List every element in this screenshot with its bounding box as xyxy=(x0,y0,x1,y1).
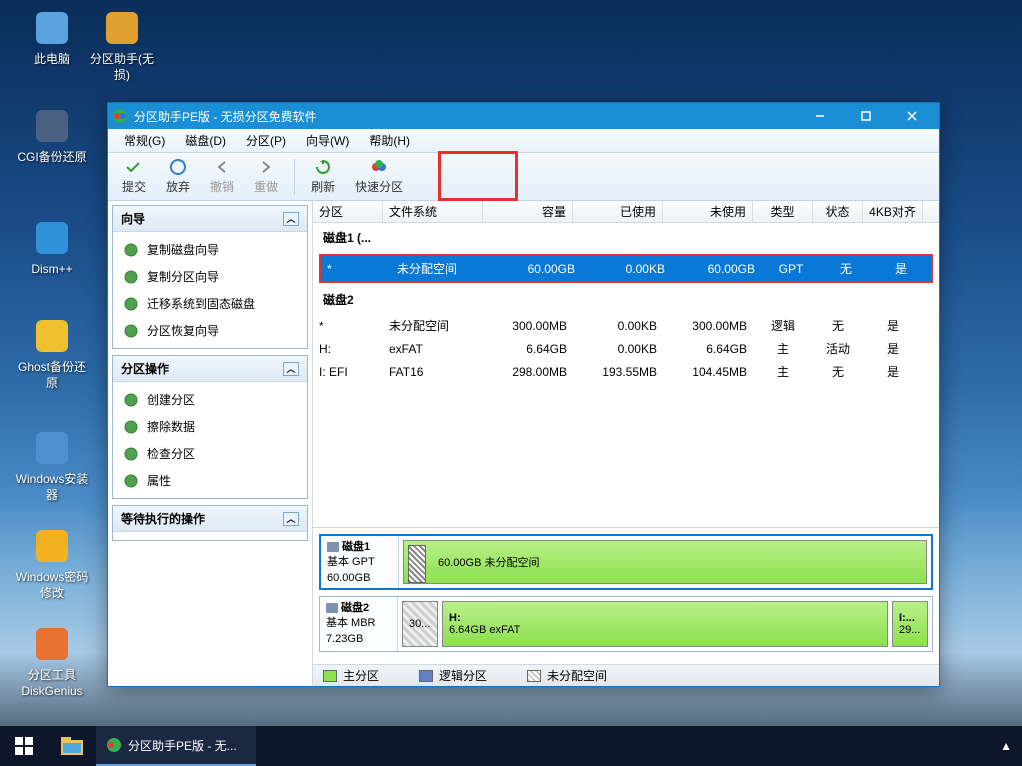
start-button[interactable] xyxy=(0,726,48,766)
grid-header: 分区文件系统容量已使用未使用类型状态4KB对齐 xyxy=(313,201,939,223)
disk-partition[interactable]: 30... xyxy=(402,601,438,647)
panel-item[interactable]: 擦除数据 xyxy=(113,413,307,440)
desktop-icon-3[interactable]: Dism++ xyxy=(14,218,90,278)
panel-item[interactable]: 迁移系统到固态磁盘 xyxy=(113,290,307,317)
collapse-icon[interactable]: ︿ xyxy=(283,212,299,226)
col-1[interactable]: 文件系统 xyxy=(383,201,483,222)
diskbar-info: 磁盘2基本 MBR7.23GB xyxy=(320,597,398,651)
panel-head[interactable]: 等待执行的操作︿ xyxy=(113,506,307,532)
tool-refresh[interactable]: 刷新 xyxy=(301,155,345,199)
panel-item[interactable]: 属性 xyxy=(113,467,307,494)
panel-head[interactable]: 向导︿ xyxy=(113,206,307,232)
panel-item[interactable]: 检查分区 xyxy=(113,440,307,467)
col-7[interactable]: 4KB对齐 xyxy=(863,201,923,222)
panel-head[interactable]: 分区操作︿ xyxy=(113,356,307,382)
tool-undo[interactable]: 撤销 xyxy=(200,155,244,199)
panel-1: 分区操作︿ 创建分区擦除数据检查分区属性 xyxy=(112,355,308,499)
panel-item[interactable]: 分区恢复向导 xyxy=(113,317,307,344)
diskbar-info: 磁盘1基本 GPT60.00GB xyxy=(321,536,399,588)
file-explorer-pin[interactable] xyxy=(48,726,96,766)
tool-puzzle[interactable]: 快速分区 xyxy=(345,155,413,199)
disk-partition[interactable]: H:6.64GB exFAT xyxy=(442,601,888,647)
panel-0: 向导︿ 复制磁盘向导复制分区向导迁移系统到固态磁盘分区恢复向导 xyxy=(112,205,308,349)
window-title: 分区助手PE版 - 无损分区免费软件 xyxy=(134,108,797,125)
panel-item[interactable]: 复制磁盘向导 xyxy=(113,236,307,263)
close-button[interactable] xyxy=(889,103,935,129)
menu-分区(P)[interactable]: 分区(P) xyxy=(236,129,296,152)
col-6[interactable]: 状态 xyxy=(813,201,863,222)
menu-向导(W)[interactable]: 向导(W) xyxy=(296,129,359,152)
toolbar: 提交放弃撤销重做刷新快速分区 xyxy=(108,153,939,201)
tray-up-icon[interactable]: ▲ xyxy=(1000,739,1012,753)
maximize-button[interactable] xyxy=(843,103,889,129)
desktop-icon-4[interactable]: Ghost备份还原 xyxy=(14,316,90,391)
sidebar: 向导︿ 复制磁盘向导复制分区向导迁移系统到固态磁盘分区恢复向导分区操作︿ 创建分区擦… xyxy=(108,201,313,686)
menubar: 常规(G)磁盘(D)分区(P)向导(W)帮助(H) xyxy=(108,129,939,153)
titlebar[interactable]: 分区助手PE版 - 无损分区免费软件 xyxy=(108,103,939,129)
taskbar: 分区助手PE版 - 无... ▲ xyxy=(0,726,1022,766)
col-3[interactable]: 已使用 xyxy=(573,201,663,222)
panel-item[interactable]: 复制分区向导 xyxy=(113,263,307,290)
highlight-annotation xyxy=(438,151,518,201)
legend-item: 逻辑分区 xyxy=(419,667,487,684)
collapse-icon[interactable]: ︿ xyxy=(283,512,299,526)
app-icon xyxy=(112,108,128,124)
diskbar-area: 磁盘1基本 GPT60.00GB60.00GB 未分配空间 磁盘2基本 MBR7… xyxy=(313,527,939,664)
diskbar[interactable]: 磁盘2基本 MBR7.23GB30...H:6.64GB exFATI:...2… xyxy=(319,596,933,652)
task-label: 分区助手PE版 - 无... xyxy=(128,737,237,754)
disk-partition[interactable]: 60.00GB 未分配空间 xyxy=(403,540,927,584)
table-row[interactable]: *未分配空间300.00MB0.00KB300.00MB逻辑无是 xyxy=(313,314,939,337)
table-row[interactable]: H:exFAT6.64GB0.00KB6.64GB主活动是 xyxy=(313,337,939,360)
disk-group-header[interactable]: 磁盘2 xyxy=(313,285,939,314)
col-5[interactable]: 类型 xyxy=(753,201,813,222)
app-window: 分区助手PE版 - 无损分区免费软件 常规(G)磁盘(D)分区(P)向导(W)帮… xyxy=(107,102,940,687)
desktop-icon-1[interactable]: 分区助手(无损) xyxy=(84,8,160,83)
legend-item: 主分区 xyxy=(323,667,379,684)
desktop-icon-0[interactable]: 此电脑 xyxy=(14,8,90,68)
disk-partition[interactable]: I:...29... xyxy=(892,601,928,647)
panel-2: 等待执行的操作︿ xyxy=(112,505,308,541)
main-panel: 分区文件系统容量已使用未使用类型状态4KB对齐 磁盘1 (... *未分配空间60… xyxy=(313,201,939,686)
tool-discard[interactable]: 放弃 xyxy=(156,155,200,199)
panel-item[interactable]: 创建分区 xyxy=(113,386,307,413)
legend-item: 未分配空间 xyxy=(527,667,607,684)
tool-redo[interactable]: 重做 xyxy=(244,155,288,199)
content-area: 向导︿ 复制磁盘向导复制分区向导迁移系统到固态磁盘分区恢复向导分区操作︿ 创建分区擦… xyxy=(108,201,939,686)
table-row[interactable]: *未分配空间60.00GB0.00KB60.00GBGPT无是 xyxy=(321,256,931,281)
disk-list[interactable]: 磁盘1 (... *未分配空间60.00GB0.00KB60.00GBGPT无是磁… xyxy=(313,223,939,527)
minimize-button[interactable] xyxy=(797,103,843,129)
menu-常规(G)[interactable]: 常规(G) xyxy=(114,129,175,152)
col-4[interactable]: 未使用 xyxy=(663,201,753,222)
diskbar[interactable]: 磁盘1基本 GPT60.00GB60.00GB 未分配空间 xyxy=(319,534,933,590)
menu-帮助(H)[interactable]: 帮助(H) xyxy=(359,129,420,152)
legend-bar: 主分区 逻辑分区 未分配空间 xyxy=(313,664,939,686)
menu-磁盘(D)[interactable]: 磁盘(D) xyxy=(175,129,236,152)
tool-check[interactable]: 提交 xyxy=(112,155,156,199)
table-row[interactable]: I: EFIFAT16298.00MB193.55MB104.45MB主无是 xyxy=(313,360,939,383)
disk-group-header[interactable]: 磁盘1 (... xyxy=(313,223,939,252)
desktop-icon-6[interactable]: Windows密码修改 xyxy=(14,526,90,601)
desktop-icon-7[interactable]: 分区工具DiskGenius xyxy=(14,624,90,699)
col-0[interactable]: 分区 xyxy=(313,201,383,222)
desktop-icon-5[interactable]: Windows安装器 xyxy=(14,428,90,503)
collapse-icon[interactable]: ︿ xyxy=(283,362,299,376)
col-2[interactable]: 容量 xyxy=(483,201,573,222)
task-app[interactable]: 分区助手PE版 - 无... xyxy=(96,726,256,766)
desktop-icon-2[interactable]: CGI备份还原 xyxy=(14,106,90,166)
system-tray[interactable]: ▲ xyxy=(990,739,1022,753)
